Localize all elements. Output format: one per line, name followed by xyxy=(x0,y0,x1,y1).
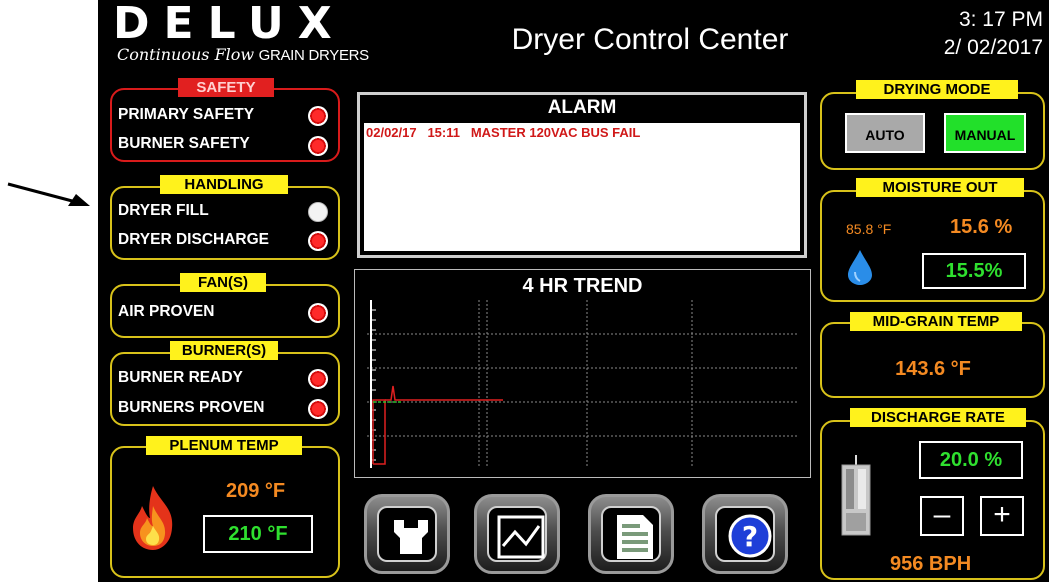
help-icon: ? xyxy=(728,514,772,558)
dryer-fill-indicator xyxy=(308,202,328,222)
burner-ready-indicator xyxy=(308,369,328,389)
logo-subtitle-script: Continuous Flow xyxy=(117,45,255,64)
logo-wordmark: DELUX xyxy=(113,0,346,49)
primary-safety-label: PRIMARY SAFETY xyxy=(118,106,255,123)
alarm-entry-time: 15:11 xyxy=(427,125,460,140)
mid-grain-label: MID-GRAIN TEMP xyxy=(850,312,1022,331)
discharge-rate-input[interactable]: 20.0 % xyxy=(919,441,1023,479)
primary-safety-indicator xyxy=(308,106,328,126)
dryer-tower-icon xyxy=(841,455,871,536)
trend-title: 4 HR TREND xyxy=(522,275,643,297)
discharge-bph-value: 956 BPH xyxy=(890,553,972,575)
trend-button[interactable] xyxy=(474,494,560,574)
moisture-temperature: 85.8 °F xyxy=(846,221,892,237)
plenum-actual-value: 209 °F xyxy=(226,480,286,502)
svg-text:?: ? xyxy=(742,520,758,553)
alarm-title: ALARM xyxy=(547,97,617,118)
burners-label: BURNER(S) xyxy=(170,341,278,360)
plenum-setpoint-input[interactable]: 210 °F xyxy=(203,515,313,553)
report-button[interactable] xyxy=(588,494,674,574)
drying-mode-label: DRYING MODE xyxy=(856,80,1018,99)
flame-icon xyxy=(133,486,173,550)
alarm-entry-message: MASTER 120VAC BUS FAIL xyxy=(470,125,641,140)
logo-subtitle-plain: GRAIN DRYERS xyxy=(258,47,370,64)
burner-safety-label: BURNER SAFETY xyxy=(118,135,250,152)
alarm-panel: ALARM 02/02/17 15:11 MASTER 120VAC BUS F… xyxy=(357,92,807,258)
burner-safety-indicator xyxy=(308,136,328,156)
plenum-label: PLENUM TEMP xyxy=(146,436,302,455)
burner-ready-label: BURNER READY xyxy=(118,369,243,386)
clock-date: 2/ 02/2017 xyxy=(943,36,1043,59)
line-chart-icon xyxy=(497,515,545,559)
fans-label: FAN(S) xyxy=(180,273,266,292)
alarm-entry[interactable]: 02/02/17 15:11 MASTER 120VAC BUS FAIL xyxy=(366,125,640,140)
dryer-discharge-indicator xyxy=(308,231,328,251)
delux-logo: DELUX Continuous Flow GRAIN DRYERS xyxy=(113,2,403,65)
annotation-arrow-icon xyxy=(7,182,90,206)
logo-subtitle: Continuous Flow GRAIN DRYERS xyxy=(117,46,369,65)
clock: 3: 17 PM 2/ 02/2017 xyxy=(944,6,1043,62)
alarm-entry-date: 02/02/17 xyxy=(366,125,417,140)
handling-label: HANDLING xyxy=(160,175,288,194)
moisture-actual-value: 15.6 % xyxy=(950,216,1013,238)
page-title: Dryer Control Center xyxy=(511,23,789,56)
discharge-rate-label: DISCHARGE RATE xyxy=(850,408,1026,427)
burners-proven-indicator xyxy=(308,399,328,419)
mid-grain-value: 143.6 °F xyxy=(895,358,971,380)
increase-rate-button[interactable]: + xyxy=(980,496,1024,536)
moisture-setpoint-input[interactable]: 15.5% xyxy=(922,253,1026,289)
trend-plot xyxy=(367,300,797,468)
air-proven-indicator xyxy=(308,303,328,323)
document-icon xyxy=(617,515,653,559)
dryer-discharge-label: DRYER DISCHARGE xyxy=(118,231,269,248)
alarm-list[interactable]: 02/02/17 15:11 MASTER 120VAC BUS FAIL xyxy=(364,123,800,251)
moisture-out-label: MOISTURE OUT xyxy=(856,178,1024,197)
air-proven-label: AIR PROVEN xyxy=(118,303,215,320)
auto-mode-button[interactable]: AUTO xyxy=(845,113,925,153)
manual-mode-button[interactable]: MANUAL xyxy=(944,113,1026,153)
help-button[interactable]: ? xyxy=(702,494,788,574)
dryer-fill-label: DRYER FILL xyxy=(118,202,209,219)
safety-label: SAFETY xyxy=(178,78,274,97)
water-drop-icon xyxy=(848,250,872,285)
burners-proven-label: BURNERS PROVEN xyxy=(118,399,265,416)
decrease-rate-button[interactable]: – xyxy=(920,496,964,536)
trend-panel[interactable]: 4 HR TREND xyxy=(354,269,811,478)
clock-time: 3: 17 PM xyxy=(958,8,1043,31)
tools-icon xyxy=(394,520,428,554)
settings-button[interactable] xyxy=(364,494,450,574)
